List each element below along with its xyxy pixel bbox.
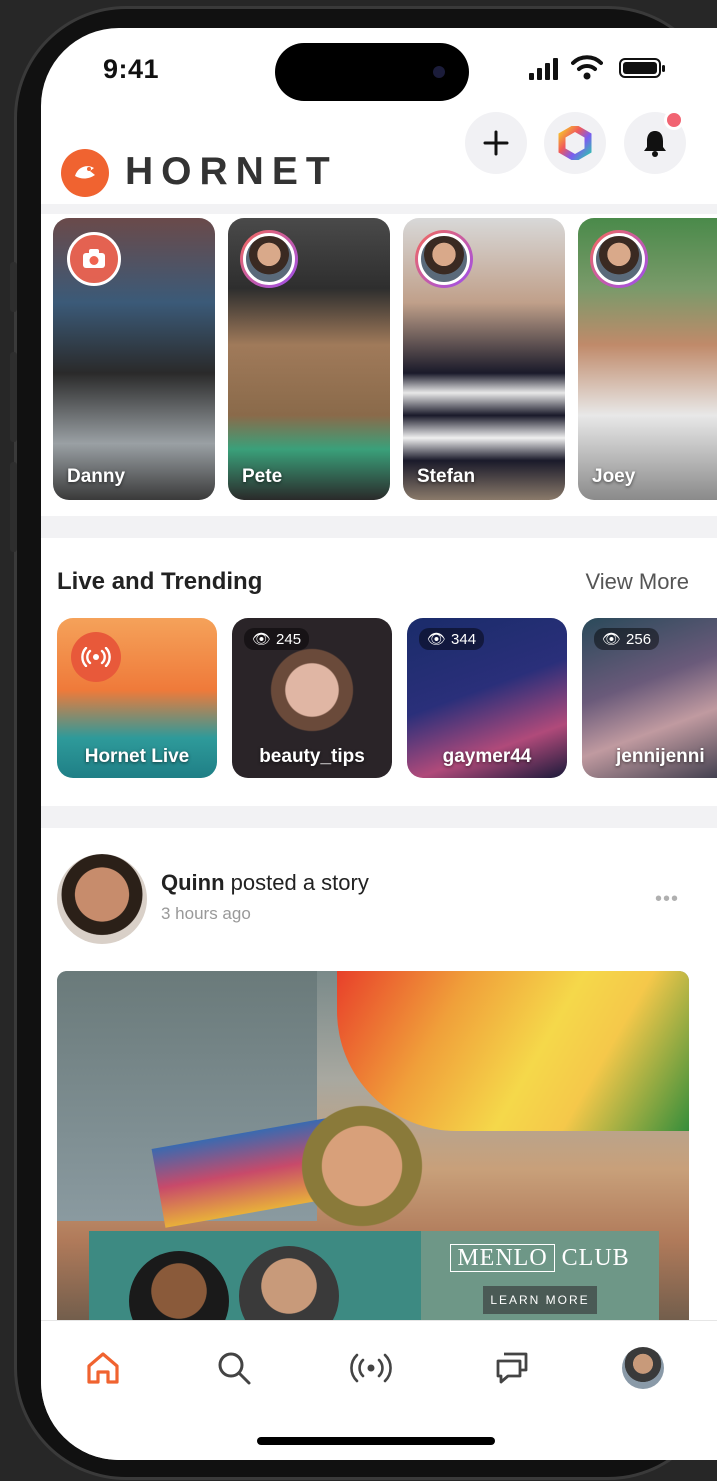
mute-switch bbox=[10, 262, 17, 312]
learn-more-button[interactable]: LEARN MORE bbox=[483, 1286, 597, 1314]
bell-icon bbox=[644, 131, 666, 157]
live-broadcast-icon bbox=[71, 632, 121, 682]
stories-row: Danny Pete Stefan Joey bbox=[41, 218, 717, 503]
story-name: Pete bbox=[242, 466, 283, 487]
tab-bar bbox=[41, 1320, 717, 1460]
story-name: Stefan bbox=[417, 466, 476, 487]
viewer-count: 👁 344 bbox=[419, 628, 485, 650]
volume-up-button bbox=[10, 352, 17, 442]
live-name: beauty_tips bbox=[259, 746, 365, 767]
signal-icon bbox=[529, 58, 561, 80]
volume-down-button bbox=[10, 462, 17, 552]
app-header: HORNET bbox=[41, 116, 717, 208]
viewer-count: 👁 256 bbox=[594, 628, 660, 650]
post-author[interactable]: Quinn bbox=[161, 870, 225, 895]
view-more-link[interactable]: View More bbox=[585, 569, 689, 595]
post-time: 3 hours ago bbox=[161, 904, 251, 923]
story-card[interactable]: Pete bbox=[228, 218, 390, 500]
tab-search[interactable] bbox=[209, 1343, 259, 1393]
post-title: Quinn posted a story bbox=[161, 870, 369, 895]
ad-panel: MENLO CLUB LEARN MORE bbox=[421, 1231, 659, 1331]
tab-live[interactable] bbox=[346, 1343, 396, 1393]
ad-brand: MENLO CLUB bbox=[421, 1244, 659, 1272]
home-icon bbox=[87, 1352, 119, 1384]
story-avatar bbox=[415, 230, 473, 288]
section-title: Live and Trending bbox=[57, 568, 263, 595]
story-card[interactable]: Stefan bbox=[403, 218, 565, 500]
viewer-count: 👁 245 bbox=[244, 628, 310, 650]
tab-home[interactable] bbox=[78, 1343, 128, 1393]
live-card[interactable]: 👁 245 beauty_tips bbox=[232, 618, 392, 778]
home-indicator bbox=[257, 1437, 495, 1445]
status-bar: 9:41 bbox=[41, 28, 717, 116]
battery-icon bbox=[619, 58, 665, 78]
story-card[interactable]: Danny bbox=[53, 218, 215, 500]
notification-dot bbox=[664, 110, 684, 130]
hornet-logo-icon bbox=[61, 149, 109, 197]
camera-icon bbox=[67, 232, 121, 286]
tab-profile[interactable] bbox=[618, 1343, 668, 1393]
story-name: Danny bbox=[67, 466, 126, 487]
ad-banner[interactable]: MENLO CLUB LEARN MORE bbox=[89, 1231, 659, 1331]
prism-button[interactable] bbox=[544, 112, 606, 174]
dynamic-island bbox=[275, 43, 469, 101]
live-icon bbox=[350, 1353, 392, 1383]
eye-icon: 👁 bbox=[602, 631, 622, 648]
story-avatar bbox=[240, 230, 298, 288]
tab-chat[interactable] bbox=[487, 1343, 537, 1393]
status-time: 9:41 bbox=[103, 54, 160, 84]
profile-avatar bbox=[622, 1347, 664, 1389]
section-divider bbox=[41, 516, 717, 538]
chat-icon bbox=[496, 1352, 528, 1384]
live-card[interactable]: 👁 344 gaymer44 bbox=[407, 618, 567, 778]
more-options-icon[interactable]: ••• bbox=[655, 888, 679, 911]
add-button[interactable] bbox=[465, 112, 527, 174]
post-header: Quinn posted a story 3 hours ago ••• bbox=[41, 848, 717, 948]
section-divider bbox=[41, 806, 717, 828]
live-name: jennijenni bbox=[616, 746, 705, 767]
story-card[interactable]: Joey bbox=[578, 218, 717, 500]
section-divider bbox=[41, 204, 717, 214]
live-name: Hornet Live bbox=[84, 746, 190, 767]
app-screen: 9:41 HORNET Danny Pete Stefan Joey Live … bbox=[41, 28, 717, 1460]
notifications-button[interactable] bbox=[624, 110, 686, 174]
avatar[interactable] bbox=[57, 854, 147, 944]
hornet-prism-icon bbox=[558, 126, 592, 160]
story-name: Joey bbox=[592, 466, 636, 487]
live-row: Hornet Live 👁 245 beauty_tips 👁 344 gaymer… bbox=[41, 618, 717, 780]
eye-icon: 👁 bbox=[252, 631, 272, 648]
search-icon bbox=[218, 1352, 251, 1385]
live-name: gaymer44 bbox=[442, 746, 532, 767]
wifi-icon bbox=[571, 55, 603, 80]
story-avatar bbox=[590, 230, 648, 288]
brand-logo-text: HORNET bbox=[125, 150, 338, 193]
eye-icon: 👁 bbox=[427, 631, 447, 648]
add-icon bbox=[483, 130, 509, 156]
live-card[interactable]: 👁 256 jennijenni bbox=[582, 618, 717, 778]
live-card[interactable]: Hornet Live bbox=[57, 618, 217, 778]
